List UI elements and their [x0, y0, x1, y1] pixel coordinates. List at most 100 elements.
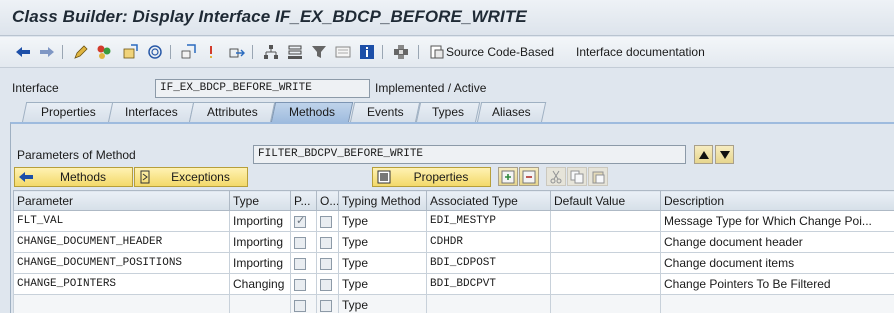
- parameter-cell[interactable]: CHANGE_DOCUMENT_HEADER: [13, 231, 230, 253]
- properties-icon: [376, 170, 392, 184]
- tab-methods[interactable]: Methods: [270, 102, 354, 123]
- parameter-cell[interactable]: FLT_VAL: [13, 210, 230, 232]
- type-cell[interactable]: Importing: [229, 252, 291, 274]
- table-row[interactable]: CHANGE_DOCUMENT_POSITIONS Importing Type…: [13, 252, 894, 274]
- insert-row-icon: [501, 170, 515, 183]
- pass-value-checkbox[interactable]: [294, 257, 306, 270]
- pass-value-checkbox[interactable]: [294, 299, 306, 312]
- default-value-cell[interactable]: [550, 252, 661, 274]
- default-value-cell[interactable]: [550, 294, 661, 313]
- toolbar-separator: [170, 45, 171, 59]
- edit-pencil-icon[interactable]: [72, 43, 90, 61]
- description-cell[interactable]: Change document header: [660, 231, 894, 253]
- associated-type-cell[interactable]: BDI_BDCPVT: [426, 273, 551, 295]
- default-value-cell[interactable]: [550, 273, 661, 295]
- method-name-field[interactable]: FILTER_BDCPV_BEFORE_WRITE: [253, 145, 686, 164]
- type-cell[interactable]: Importing: [229, 210, 291, 232]
- parameter-cell[interactable]: [13, 294, 230, 313]
- default-value-cell[interactable]: [550, 231, 661, 253]
- source-code-icon[interactable]: [428, 43, 446, 61]
- table-row[interactable]: CHANGE_DOCUMENT_HEADER Importing Type CD…: [13, 231, 894, 253]
- type-cell[interactable]: [229, 294, 291, 313]
- column-header-optional[interactable]: O...: [316, 190, 339, 211]
- parameter-cell[interactable]: CHANGE_DOCUMENT_POSITIONS: [13, 252, 230, 274]
- copy-button[interactable]: [567, 167, 587, 186]
- delete-row-button[interactable]: [519, 167, 539, 186]
- source-code-based-button[interactable]: Source Code-Based: [446, 45, 554, 59]
- exceptions-button[interactable]: Exceptions: [134, 167, 248, 187]
- activate-icon[interactable]: [121, 43, 139, 61]
- column-header-default-value[interactable]: Default Value: [550, 190, 661, 211]
- tab-properties[interactable]: Properties: [21, 102, 115, 123]
- tab-types[interactable]: Types: [415, 102, 481, 123]
- default-value-cell[interactable]: [550, 210, 661, 232]
- forward-arrow-icon[interactable]: [38, 43, 56, 61]
- optional-checkbox[interactable]: [320, 278, 332, 291]
- column-header-parameter[interactable]: Parameter: [13, 190, 230, 211]
- cut-button[interactable]: [546, 167, 566, 186]
- description-cell[interactable]: Change document items: [660, 252, 894, 274]
- type-cell[interactable]: Changing: [229, 273, 291, 295]
- description-cell[interactable]: Message Type for Which Change Poi...: [660, 210, 894, 232]
- column-header-typing-method[interactable]: Typing Method: [338, 190, 427, 211]
- pass-value-checkbox[interactable]: [294, 236, 306, 249]
- tab-aliases[interactable]: Aliases: [476, 102, 547, 123]
- column-header-associated-type[interactable]: Associated Type: [426, 190, 551, 211]
- filter-icon[interactable]: [310, 43, 328, 61]
- type-cell[interactable]: Importing: [229, 231, 291, 253]
- methods-button[interactable]: Methods: [14, 167, 133, 187]
- parameter-cell[interactable]: CHANGE_POINTERS: [13, 273, 230, 295]
- associated-type-cell[interactable]: CDHDR: [426, 231, 551, 253]
- description-cell[interactable]: Change Pointers To Be Filtered: [660, 273, 894, 295]
- scissors-icon: [550, 170, 562, 183]
- tab-interfaces[interactable]: Interfaces: [107, 102, 195, 123]
- info-marker-icon[interactable]: [202, 43, 220, 61]
- hierarchy-icon[interactable]: [262, 43, 280, 61]
- column-header-description[interactable]: Description: [660, 190, 894, 211]
- column-header-pass-value[interactable]: P...: [290, 190, 317, 211]
- paste-icon: [592, 171, 605, 183]
- optional-checkbox[interactable]: [320, 299, 332, 312]
- pass-value-cell: [290, 210, 317, 232]
- check-objects-icon[interactable]: [95, 43, 113, 61]
- interface-name-field[interactable]: IF_EX_BDCP_BEFORE_WRITE: [155, 79, 370, 98]
- typing-method-cell[interactable]: Type: [338, 252, 427, 274]
- info-icon[interactable]: [358, 43, 376, 61]
- typing-method-cell[interactable]: Type: [338, 273, 427, 295]
- pass-value-checkbox[interactable]: [294, 278, 306, 291]
- table-header-row: Parameter Type P... O... Typing Method A…: [13, 190, 894, 211]
- interface-label: Interface: [12, 81, 59, 95]
- pass-value-checkbox[interactable]: [294, 214, 306, 228]
- optional-checkbox[interactable]: [320, 215, 332, 228]
- pass-value-cell: [290, 231, 317, 253]
- scroll-up-button[interactable]: [694, 145, 713, 164]
- description-cell[interactable]: [660, 294, 894, 313]
- table-row[interactable]: Type: [13, 294, 894, 313]
- paste-button[interactable]: [588, 167, 608, 186]
- triangle-down-icon: [719, 150, 730, 159]
- table-row[interactable]: FLT_VAL Importing Type EDI_MESTYP Messag…: [13, 210, 894, 232]
- insert-row-button[interactable]: [498, 167, 518, 186]
- associated-type-cell[interactable]: EDI_MESTYP: [426, 210, 551, 232]
- layout-icon[interactable]: [334, 43, 352, 61]
- associated-type-cell[interactable]: BDI_CDPOST: [426, 252, 551, 274]
- tab-events[interactable]: Events: [349, 102, 421, 123]
- typing-method-cell[interactable]: Type: [338, 231, 427, 253]
- optional-checkbox[interactable]: [320, 236, 332, 249]
- table-row[interactable]: CHANGE_POINTERS Changing Type BDI_BDCPVT…: [13, 273, 894, 295]
- scroll-down-button[interactable]: [715, 145, 734, 164]
- navigate-icon[interactable]: [180, 43, 198, 61]
- interface-documentation-button[interactable]: Interface documentation: [576, 45, 705, 59]
- optional-checkbox[interactable]: [320, 257, 332, 270]
- properties-button[interactable]: Properties: [372, 167, 491, 187]
- back-arrow-icon[interactable]: [14, 43, 32, 61]
- column-header-type[interactable]: Type: [229, 190, 291, 211]
- tab-attributes[interactable]: Attributes: [188, 102, 276, 123]
- typing-method-cell[interactable]: Type: [338, 294, 427, 313]
- plug-icon[interactable]: [392, 43, 410, 61]
- where-used-icon[interactable]: [146, 43, 164, 61]
- stack-icon[interactable]: [286, 43, 304, 61]
- typing-method-cell[interactable]: Type: [338, 210, 427, 232]
- associated-type-cell[interactable]: [426, 294, 551, 313]
- move-icon[interactable]: [228, 43, 246, 61]
